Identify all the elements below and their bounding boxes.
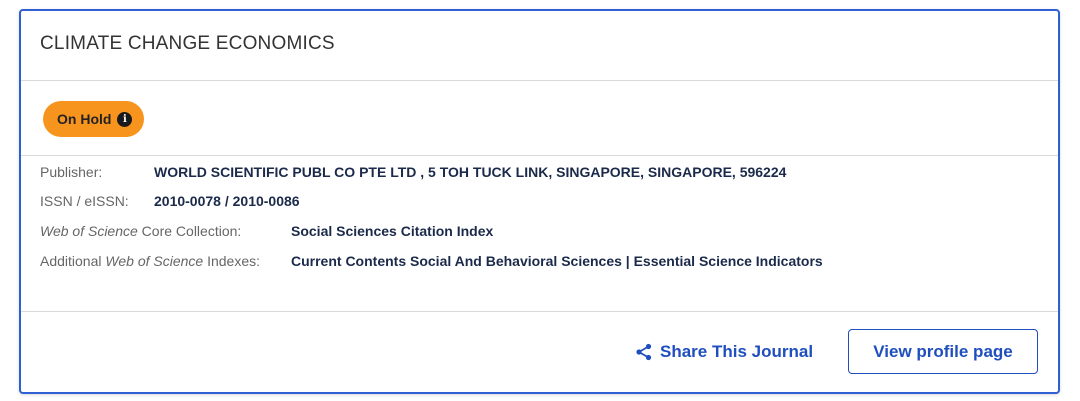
publisher-value: WORLD SCIENTIFIC PUBL CO PTE LTD , 5 TOH… — [154, 164, 787, 180]
header-divider — [21, 80, 1058, 81]
journal-title: CLIMATE CHANGE ECONOMICS — [40, 33, 335, 54]
share-journal-link[interactable]: Share This Journal — [635, 342, 813, 362]
additional-indexes-value: Current Contents Social And Behavioral S… — [291, 253, 823, 269]
journal-card: CLIMATE CHANGE ECONOMICS On Hold i Publi… — [19, 9, 1060, 394]
core-collection-value: Social Sciences Citation Index — [291, 223, 494, 239]
additional-label-rest: Indexes: — [203, 253, 261, 269]
status-badge[interactable]: On Hold i — [43, 101, 145, 137]
core-collection-label: Web of Science Core Collection: — [40, 223, 241, 239]
core-label-italic: Web of Science — [40, 223, 138, 239]
info-icon[interactable]: i — [117, 111, 133, 127]
share-label: Share This Journal — [660, 342, 814, 361]
publisher-label: Publisher: — [40, 164, 103, 180]
additional-label-prefix: Additional — [40, 253, 106, 269]
additional-indexes-label: Additional Web of Science Indexes: — [40, 253, 260, 269]
issn-value: 2010-0078 / 2010-0086 — [154, 193, 300, 209]
badge-divider — [21, 155, 1058, 156]
footer-divider — [21, 311, 1058, 312]
core-label-rest: Core Collection: — [137, 223, 242, 239]
view-profile-button[interactable]: View profile page — [848, 329, 1038, 374]
issn-label: ISSN / eISSN: — [40, 193, 129, 209]
status-label: On Hold — [57, 111, 112, 127]
share-icon — [636, 343, 652, 361]
additional-label-italic: Web of Science — [105, 253, 204, 269]
